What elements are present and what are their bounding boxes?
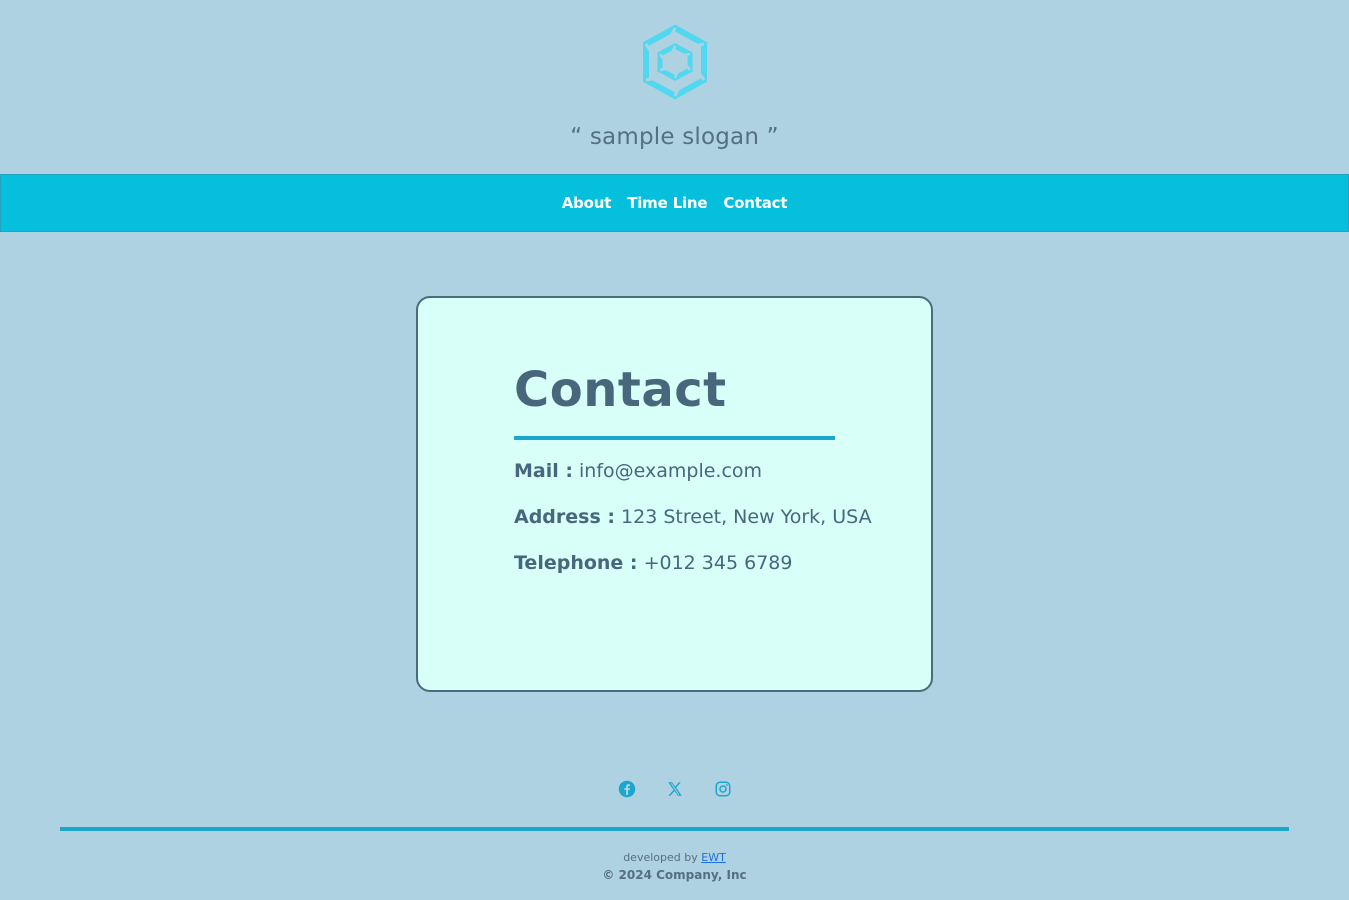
- contact-card: Contact Mail : info@example.com Address …: [416, 296, 933, 692]
- site-header: “ sample slogan ”: [0, 0, 1349, 174]
- telephone-label: Telephone :: [514, 552, 638, 574]
- copyright: © 2024 Company, Inc: [602, 868, 747, 882]
- title-underline: [514, 436, 835, 440]
- mail-value: info@example.com: [579, 460, 763, 482]
- developed-by: developed by EWT: [0, 851, 1349, 864]
- mail-label: Mail :: [514, 460, 573, 482]
- main-nav: About Time Line Contact: [0, 174, 1349, 232]
- instagram-icon[interactable]: [714, 780, 732, 798]
- footer-divider: [60, 827, 1289, 831]
- hexagon-logo-icon[interactable]: [640, 24, 710, 100]
- x-icon[interactable]: [666, 780, 684, 798]
- address-value: 123 Street, New York, USA: [621, 506, 872, 528]
- facebook-icon[interactable]: [618, 780, 636, 798]
- address-row: Address : 123 Street, New York, USA: [514, 506, 872, 528]
- mail-row: Mail : info@example.com: [514, 460, 762, 482]
- contact-title: Contact: [514, 362, 727, 418]
- address-label: Address :: [514, 506, 615, 528]
- nav-time-line[interactable]: Time Line: [627, 194, 707, 212]
- telephone-value: +012 345 6789: [643, 552, 793, 574]
- nav-contact[interactable]: Contact: [723, 194, 787, 212]
- slogan: “ sample slogan ”: [570, 124, 779, 150]
- developer-link[interactable]: EWT: [701, 851, 726, 864]
- social-links: [0, 780, 1349, 798]
- developed-by-text: developed by: [623, 851, 698, 864]
- nav-about[interactable]: About: [562, 194, 612, 212]
- telephone-row: Telephone : +012 345 6789: [514, 552, 792, 574]
